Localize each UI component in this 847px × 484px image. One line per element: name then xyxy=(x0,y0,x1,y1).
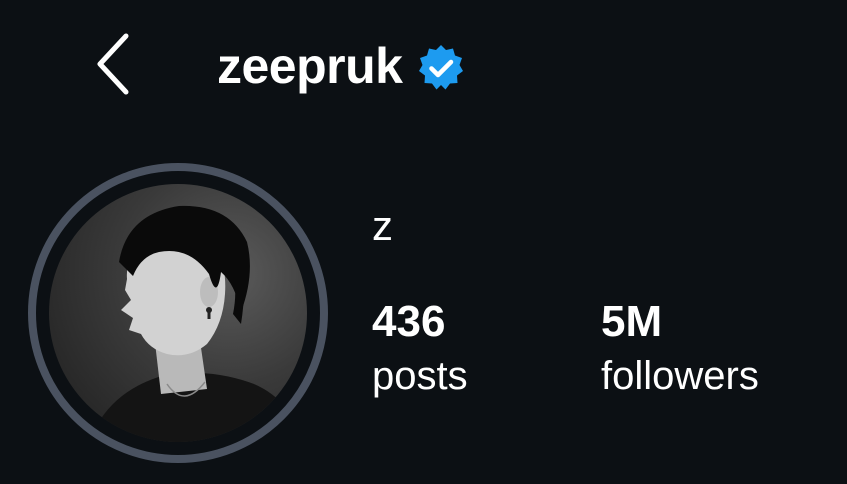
avatar-photo xyxy=(49,184,307,442)
posts-label: posts xyxy=(372,354,468,398)
verified-badge-icon xyxy=(419,45,464,90)
username-title: zeepruk xyxy=(217,38,403,94)
followers-count: 5M xyxy=(601,297,663,346)
chevron-left-icon xyxy=(97,33,129,95)
display-name: z xyxy=(372,202,393,249)
avatar[interactable] xyxy=(28,163,328,463)
posts-count: 436 xyxy=(372,297,446,346)
posts-stat: 436 posts xyxy=(372,297,468,398)
followers-label: followers xyxy=(601,354,759,398)
followers-stat[interactable]: 5M followers xyxy=(601,297,759,398)
profile-header: zeepruk xyxy=(217,36,466,96)
back-button[interactable] xyxy=(92,30,136,98)
